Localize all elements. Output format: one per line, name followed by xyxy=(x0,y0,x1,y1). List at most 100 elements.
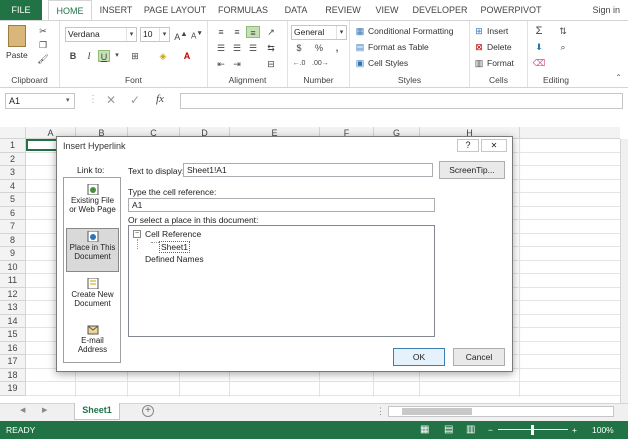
zoom-out-icon[interactable]: − xyxy=(488,421,493,439)
sheet-tab-sheet1[interactable]: Sheet1 xyxy=(74,403,120,420)
row-header-18[interactable]: 18 xyxy=(0,369,26,382)
vertical-scrollbar[interactable] xyxy=(620,139,628,403)
tab-home[interactable]: HOME xyxy=(48,0,92,21)
borders-icon[interactable]: ⊞ xyxy=(128,50,142,62)
tab-file[interactable]: FILE xyxy=(0,0,42,20)
increase-decimal-icon[interactable]: ←.0 xyxy=(292,58,306,70)
split-handle-icon[interactable]: ⋮ xyxy=(376,406,385,417)
cut-icon[interactable]: ✂ xyxy=(36,25,50,37)
cancel-button[interactable]: Cancel xyxy=(453,348,505,366)
select-all-corner[interactable] xyxy=(0,127,26,139)
name-box-dropdown-icon[interactable]: ▾ xyxy=(66,96,70,104)
sign-in-link[interactable]: Sign in xyxy=(592,0,620,20)
tab-formulas[interactable]: FORMULAS xyxy=(214,0,272,20)
page-break-view-icon[interactable]: ▥ xyxy=(466,421,475,439)
decrease-decimal-icon[interactable]: .00→ xyxy=(312,58,329,70)
conditional-formatting-button[interactable]: Conditional Formatting xyxy=(368,25,454,37)
copy-icon[interactable]: ❐ xyxy=(36,39,50,51)
link-email-address[interactable]: E-mail Address xyxy=(66,322,119,366)
row-header-3[interactable]: 3 xyxy=(0,166,26,180)
format-as-table-button[interactable]: Format as Table xyxy=(368,41,429,53)
zoom-level[interactable]: 100% xyxy=(592,421,614,439)
tab-review[interactable]: REVIEW xyxy=(320,0,366,20)
formula-input[interactable] xyxy=(180,93,623,109)
row-header-10[interactable]: 10 xyxy=(0,261,26,274)
link-place-in-document[interactable]: Place in This Document xyxy=(66,228,119,272)
align-right-icon[interactable]: ☰ xyxy=(246,42,260,54)
orientation-icon[interactable]: ↗ xyxy=(264,26,278,38)
row-header-12[interactable]: 12 xyxy=(0,288,26,301)
cell-reference-input[interactable]: A1 xyxy=(128,198,435,212)
align-bottom-icon[interactable]: ≡ xyxy=(246,26,260,38)
decrease-font-icon[interactable]: A▼ xyxy=(190,28,204,41)
cell-styles-button[interactable]: Cell Styles xyxy=(368,57,408,69)
row-header-8[interactable]: 8 xyxy=(0,234,26,247)
tab-data[interactable]: DATA xyxy=(278,0,314,20)
currency-button[interactable]: $ xyxy=(292,42,306,54)
italic-button[interactable]: I xyxy=(82,50,96,62)
prev-sheet-icon[interactable]: ◀ xyxy=(20,406,25,414)
percent-button[interactable]: % xyxy=(312,42,326,54)
font-size-select[interactable]: 10 ▾ xyxy=(140,27,170,42)
align-left-icon[interactable]: ☰ xyxy=(214,42,228,54)
row-header-9[interactable]: 9 xyxy=(0,247,26,261)
row-header-14[interactable]: 14 xyxy=(0,315,26,328)
bold-button[interactable]: B xyxy=(66,50,80,62)
row-header-16[interactable]: 16 xyxy=(0,342,26,355)
sort-filter-icon[interactable]: ⇅ xyxy=(556,25,570,37)
help-button[interactable]: ? xyxy=(457,139,479,152)
row-header-4[interactable]: 4 xyxy=(0,180,26,193)
tree-defined-names[interactable]: Defined Names xyxy=(145,254,204,264)
paste-button[interactable]: Paste xyxy=(6,49,28,61)
name-box[interactable]: A1 xyxy=(5,93,75,109)
comma-button[interactable]: , xyxy=(330,42,344,54)
align-top-icon[interactable]: ≡ xyxy=(214,26,228,38)
horizontal-scroll-thumb[interactable] xyxy=(402,408,472,415)
text-to-display-input[interactable]: Sheet1!A1 xyxy=(183,163,433,177)
zoom-slider-thumb[interactable] xyxy=(531,425,534,435)
tab-page-layout[interactable]: PAGE LAYOUT xyxy=(142,0,208,20)
row-header-15[interactable]: 15 xyxy=(0,328,26,342)
collapse-ribbon-icon[interactable]: ⌃ xyxy=(615,73,622,82)
decrease-indent-icon[interactable]: ⇤ xyxy=(214,58,228,70)
tree-cell-reference[interactable]: Cell Reference xyxy=(145,229,201,239)
row-header-5[interactable]: 5 xyxy=(0,193,26,207)
increase-font-icon[interactable]: A▲ xyxy=(174,28,188,42)
confirm-entry-icon[interactable]: ✓ xyxy=(130,93,140,107)
new-sheet-icon[interactable]: + xyxy=(142,405,154,417)
underline-dropdown-icon[interactable]: ▾ xyxy=(110,50,124,62)
format-painter-icon[interactable]: 🖌 xyxy=(36,53,50,65)
tab-developer[interactable]: DEVELOPER xyxy=(408,0,472,20)
tree-sheet1[interactable]: Sheet1 xyxy=(159,241,190,253)
screentip-button[interactable]: ScreenTip... xyxy=(439,161,505,179)
format-cells-button[interactable]: Format xyxy=(487,57,514,69)
zoom-in-icon[interactable]: + xyxy=(572,421,577,439)
page-layout-view-icon[interactable]: ▤ xyxy=(444,421,453,439)
font-color-icon[interactable]: A xyxy=(180,50,194,62)
link-existing-file[interactable]: Existing File or Web Page xyxy=(66,182,119,226)
underline-button[interactable]: U xyxy=(98,50,110,62)
row-header-19[interactable]: 19 xyxy=(0,382,26,396)
tab-powerpivot[interactable]: POWERPIVOT xyxy=(478,0,544,20)
increase-indent-icon[interactable]: ⇥ xyxy=(230,58,244,70)
fill-icon[interactable]: ⬇ xyxy=(532,41,546,53)
align-middle-icon[interactable]: ≡ xyxy=(230,26,244,38)
row-header-13[interactable]: 13 xyxy=(0,301,26,315)
wrap-text-icon[interactable]: ⇆ xyxy=(264,42,278,54)
paste-icon[interactable] xyxy=(8,25,26,47)
autosum-icon[interactable]: Σ xyxy=(532,25,546,37)
row-header-1[interactable]: 1 xyxy=(0,139,26,153)
delete-cells-button[interactable]: Delete xyxy=(487,41,512,53)
close-button[interactable]: ✕ xyxy=(481,139,507,152)
normal-view-icon[interactable]: ▦ xyxy=(420,421,429,439)
insert-function-button[interactable]: fx xyxy=(156,93,164,105)
find-select-icon[interactable]: ⌕ xyxy=(556,41,570,53)
tab-view[interactable]: VIEW xyxy=(372,0,402,20)
row-header-11[interactable]: 11 xyxy=(0,274,26,288)
row-header-17[interactable]: 17 xyxy=(0,355,26,369)
tab-insert[interactable]: INSERT xyxy=(96,0,136,20)
clear-icon[interactable]: ⌫ xyxy=(532,57,546,69)
number-format-select[interactable]: General ▾ xyxy=(291,25,347,40)
row-header-7[interactable]: 7 xyxy=(0,220,26,234)
next-sheet-icon[interactable]: ▶ xyxy=(42,406,47,414)
